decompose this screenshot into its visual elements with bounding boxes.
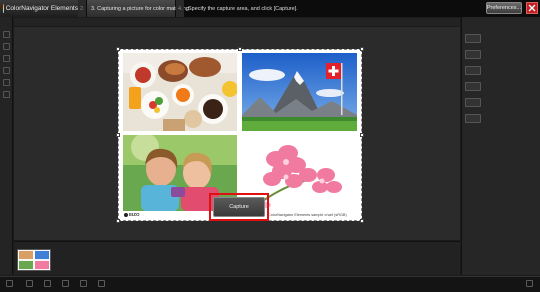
capture-handle-right[interactable] [360,133,364,137]
panel-thumbnail-icon [465,81,481,91]
panel-item-6[interactable] [465,111,537,125]
app-logo: ColorNavigator Elements [0,0,78,17]
compare-icon[interactable] [80,280,87,287]
panel-thumbnail-icon [465,97,481,107]
hand-tool-icon[interactable] [3,79,10,86]
capture-handle-top-right[interactable] [360,47,364,51]
settings-icon[interactable] [526,280,533,287]
colornavigator-logo-icon [3,4,4,13]
preferences-button[interactable]: Preferences... [486,2,522,14]
step-tab-next[interactable]: 4. [176,0,184,17]
panel-thumbnail-icon [465,49,481,59]
crop-tool-icon[interactable] [3,55,10,62]
select-tool-icon[interactable] [3,31,10,38]
capture-handle-top[interactable] [238,47,242,51]
capture-handle-bottom-right[interactable] [360,219,364,223]
panel-thumbnail-icon [465,65,481,75]
rotate-tool-icon[interactable] [3,91,10,98]
food-photo [123,53,237,131]
panel-item-2[interactable] [465,47,537,61]
move-tool-icon[interactable] [3,43,10,50]
eizo-logo: EIZO [124,212,140,217]
panel-item-3[interactable] [465,63,537,77]
mountain-photo [242,53,357,131]
brand-label: EIZO [129,212,140,217]
step-tab-current: 3. Capturing a picture for color matchin… [87,0,189,17]
info-icon[interactable] [98,280,105,287]
edit-icon[interactable] [26,280,33,287]
panel-thumbnail-icon [465,113,481,123]
panel-item-1[interactable] [465,31,537,45]
title-bar: ColorNavigator Elements 2. 3. Capturing … [0,0,540,17]
capture-handle-bottom-left[interactable] [116,219,120,223]
image-thumbnail[interactable] [17,249,51,271]
capture-handle-top-left[interactable] [116,47,120,51]
panel-item-4[interactable] [465,79,537,93]
home-icon[interactable] [6,280,13,287]
thumbnail-strip [14,241,460,275]
app-name: ColorNavigator Elements [5,5,78,12]
canvas-toolbar [14,18,460,26]
layers-icon[interactable] [44,280,51,287]
panel-item-5[interactable] [465,95,537,109]
eizo-logo-icon [124,212,128,217]
grid-icon[interactable] [62,280,69,287]
capture-button[interactable]: Capture [213,197,265,217]
instruction-text: Specify the capture area, and click [Cap… [188,5,298,12]
close-button[interactable] [526,2,538,14]
capture-handle-left[interactable] [116,133,120,137]
zoom-tool-icon[interactable] [3,67,10,74]
panel-thumbnail-icon [465,33,481,43]
close-icon [528,4,536,12]
step-tab-previous[interactable]: 2. [78,0,86,17]
sample-chart-caption: ColorNavigator Elements sample chart (sR… [268,213,347,217]
